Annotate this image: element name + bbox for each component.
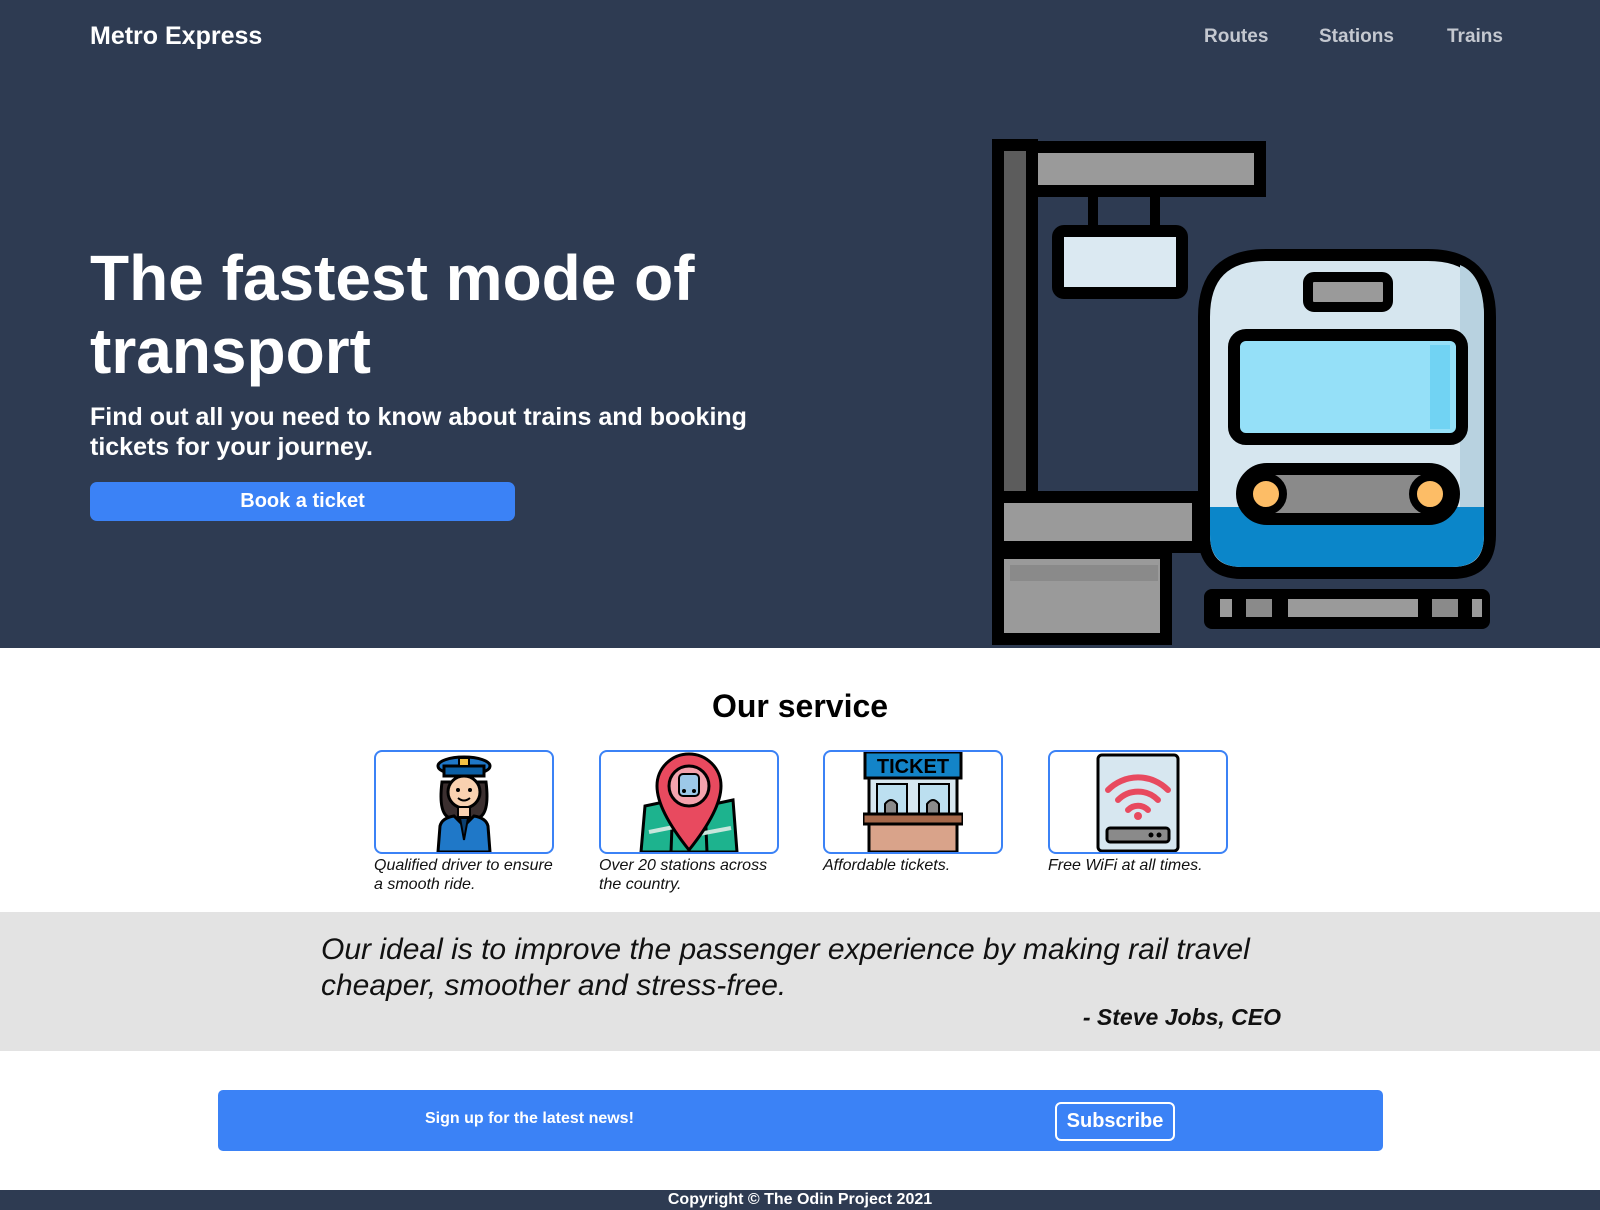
subscribe-button[interactable]: Subscribe	[1055, 1102, 1175, 1141]
book-ticket-button[interactable]: Book a ticket	[90, 482, 515, 521]
train-station-icon	[992, 139, 1496, 645]
quote-text: Our ideal is to improve the passenger ex…	[321, 933, 1250, 1002]
hero-section: Metro Express Routes Stations Trains The…	[0, 0, 1600, 648]
service-card-text: Affordable tickets.	[823, 857, 951, 874]
ticket-booth-icon: TICKET	[863, 752, 963, 852]
service-card-tickets: TICKET Affordable tickets.	[823, 750, 1003, 875]
service-card-text: Over 20 stations across the country.	[599, 857, 768, 893]
service-card-stations: Over 20 stations across the country.	[599, 750, 779, 894]
train-driver-icon	[436, 755, 492, 852]
service-card-driver: Qualified driver to ensure a smooth ride…	[374, 750, 554, 894]
service-card-text: Free WiFi at all times.	[1048, 857, 1203, 874]
signup-banner: Sign up for the latest news! Subscribe	[218, 1090, 1383, 1151]
quote-section: Our ideal is to improve the passenger ex…	[0, 912, 1600, 1051]
signup-text: Sign up for the latest news!	[425, 1110, 634, 1127]
footer-copyright: Copyright © The Odin Project 2021	[667, 1191, 933, 1208]
nav-link-routes[interactable]: Routes	[1204, 26, 1268, 48]
service-card-image	[1048, 750, 1228, 854]
hero-subtitle: Find out all you need to know about trai…	[90, 403, 747, 461]
nav-link-trains[interactable]: Trains	[1447, 26, 1503, 48]
brand-logo[interactable]: Metro Express	[90, 22, 262, 51]
footer: Copyright © The Odin Project 2021	[0, 1190, 1600, 1210]
service-title: Our service	[711, 688, 889, 724]
service-card-wifi: Free WiFi at all times.	[1048, 750, 1228, 875]
nav-link-stations[interactable]: Stations	[1319, 26, 1394, 48]
wifi-router-icon	[1096, 753, 1180, 852]
service-card-image: TICKET	[823, 750, 1003, 854]
service-card-image	[374, 750, 554, 854]
service-card-image	[599, 750, 779, 854]
svg-text:TICKET: TICKET	[877, 756, 949, 778]
quote-author: - Steve Jobs, CEO	[1082, 1004, 1281, 1030]
hero-title: The fastest mode of transport	[90, 242, 695, 387]
service-card-text: Qualified driver to ensure a smooth ride…	[374, 857, 553, 893]
map-pin-icon	[639, 752, 739, 852]
